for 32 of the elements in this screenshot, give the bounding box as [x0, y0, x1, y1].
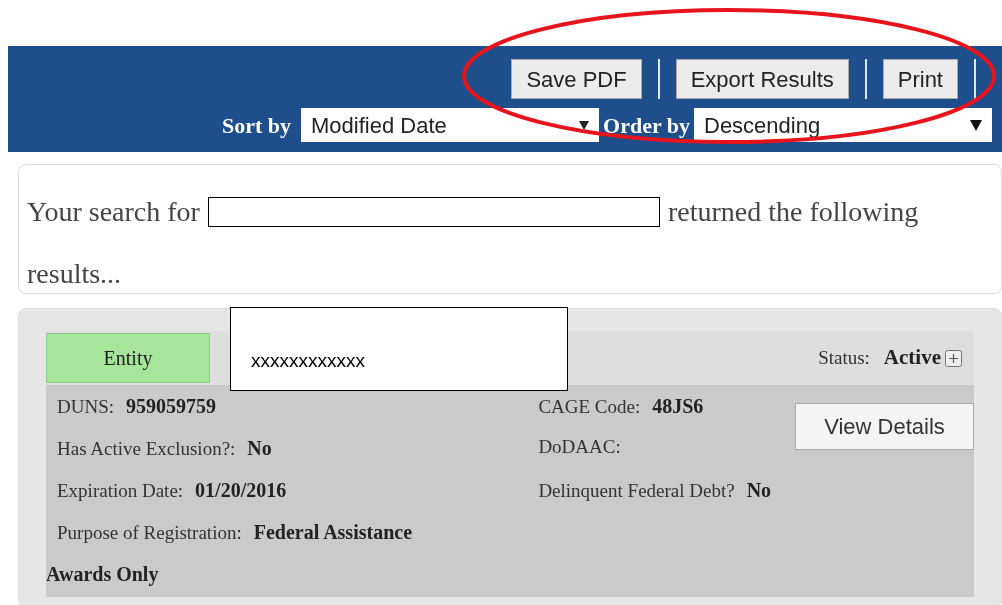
search-suffix: returned the following — [667, 195, 919, 229]
field-label: Expiration Date: — [57, 479, 184, 503]
field-label: Delinquent Federal Debt? — [538, 479, 735, 503]
field-value: No — [746, 478, 772, 503]
search-prefix: Your search for — [27, 195, 200, 229]
field-value: 959059759 — [126, 394, 216, 419]
field-label: DoDAAC: — [538, 435, 621, 459]
toolbar-button[interactable]: Print — [882, 59, 958, 99]
toolbar-button[interactable]: Export Results — [675, 59, 849, 99]
name-redaction-box: xxxxxxxxxxxx — [230, 307, 568, 391]
field-label: DUNS: — [57, 395, 114, 419]
field-label: CAGE Code: — [538, 395, 641, 419]
sort-label: Sort by — [221, 111, 291, 140]
field-value: 48JS6 — [652, 394, 704, 419]
toolbar-button[interactable]: Save PDF — [511, 59, 642, 99]
caret-icon — [970, 119, 982, 131]
search-suffix: results... — [27, 258, 122, 289]
field-label: Has Active Exclusion?: — [57, 437, 236, 461]
status-label: Status: — [818, 345, 870, 370]
expand-icon[interactable] — [945, 349, 962, 367]
entity-badge: Entity — [46, 333, 210, 383]
order-label: Order by — [603, 111, 690, 140]
caret-icon — [579, 120, 589, 130]
field-value: Federal Assistance — [253, 520, 412, 545]
field-value: No — [247, 436, 272, 461]
field-label: Purpose of Registration: — [57, 521, 242, 545]
status-value: Active — [883, 344, 941, 372]
field-value: 01/20/2016 — [195, 478, 287, 503]
field-value: Awards Only — [46, 562, 160, 588]
sort-select[interactable]: Modified Date — [301, 108, 599, 142]
view-details-button[interactable]: View Details — [795, 403, 974, 450]
order-select[interactable]: Descending — [694, 108, 992, 142]
